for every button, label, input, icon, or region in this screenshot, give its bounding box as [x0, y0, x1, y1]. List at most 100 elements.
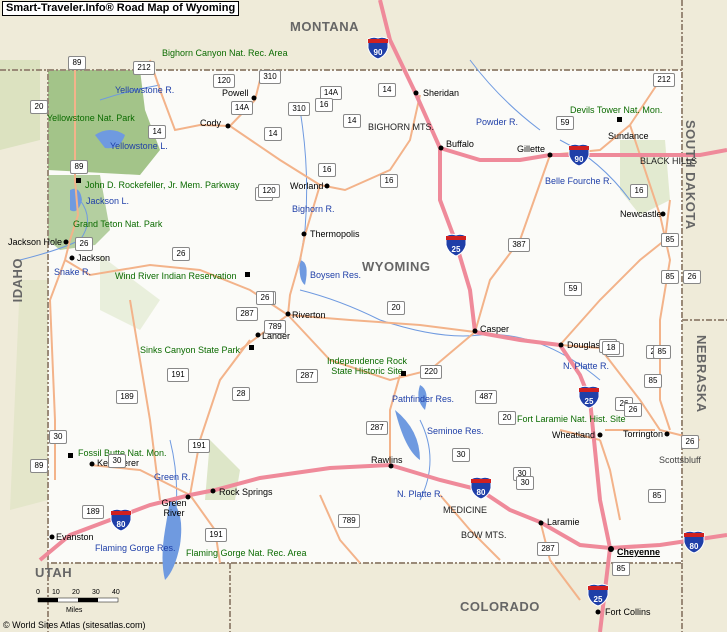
city-buffalo: Buffalo — [446, 139, 474, 149]
city-rawlins: Rawlins — [371, 455, 403, 465]
route-shield-85: 85 — [648, 489, 666, 503]
city-wheatland: Wheatland — [552, 430, 596, 440]
label-snake-r: Snake R. — [54, 267, 92, 277]
label-flaming-gorge-res: Flaming Gorge Res. — [95, 543, 176, 553]
route-shield-14: 14 — [378, 83, 396, 97]
label-flaming-gorge-rec: Flaming Gorge Nat. Rec. Area — [186, 548, 307, 558]
city-green-river: Green River — [161, 498, 187, 518]
credit-text: © World Sites Atlas (sitesatlas.com) — [3, 620, 146, 630]
city-worland: Worland — [290, 181, 324, 191]
route-shield-287: 287 — [236, 307, 258, 321]
route-shield-89: 89 — [70, 160, 88, 174]
route-shield-220: 220 — [420, 365, 442, 379]
scale-unit: Miles — [66, 607, 83, 614]
city-fort-collins: Fort Collins — [605, 607, 651, 617]
route-shield-26: 26 — [681, 435, 699, 449]
route-shield-310: 310 — [259, 70, 281, 84]
route-shield-212: 212 — [653, 73, 675, 87]
label-yellowstone-r: Yellowstone R. — [115, 85, 175, 95]
route-shield-14: 14 — [148, 125, 166, 139]
route-shield-287: 287 — [366, 421, 388, 435]
route-shield-89: 89 — [30, 459, 48, 473]
label-independence-rock: Independence Rock State Historic Site — [326, 356, 408, 376]
label-grand-teton: Grand Teton Nat. Park — [73, 219, 163, 229]
label-bighorn-canyon: Bighorn Canyon Nat. Rec. Area — [162, 48, 288, 58]
label-seminoe: Seminoe Res. — [427, 426, 484, 436]
state-label-utah: UTAH — [35, 565, 73, 580]
wyoming-road-map: Smart-Traveler.Info® Road Map of Wyoming… — [0, 0, 727, 632]
route-shield-85: 85 — [612, 562, 630, 576]
route-shield-191: 191 — [205, 528, 227, 542]
label-wind-river: Wind River Indian Reservation — [115, 271, 237, 281]
route-shield-310: 310 — [288, 102, 310, 116]
state-label-south-dakota: SOUTH DAKOTA — [683, 120, 698, 230]
state-label-idaho: IDAHO — [10, 258, 25, 303]
scale-tick-40: 40 — [112, 589, 120, 596]
state-label-montana: MONTANA — [290, 19, 359, 34]
route-shield-30: 30 — [516, 476, 534, 490]
route-shield-120: 120 — [213, 74, 235, 88]
label-medicine-bow-2: BOW MTS. — [461, 530, 507, 540]
route-shield-20: 20 — [498, 411, 516, 425]
route-shield-16: 16 — [315, 98, 333, 112]
label-jackson-l: Jackson L. — [86, 196, 130, 206]
scale-tick-30: 30 — [92, 589, 100, 596]
city-sheridan: Sheridan — [423, 88, 460, 98]
label-bighorn-r: Bighorn R. — [292, 204, 335, 214]
route-shield-85: 85 — [653, 345, 671, 359]
label-yellowstone-np: Yellowstone Nat. Park — [47, 113, 135, 123]
route-shield-59: 59 — [556, 116, 574, 130]
label-rockefeller: John D. Rockefeller, Jr. Mem. Parkway — [85, 180, 240, 190]
city-jackson: Jackson — [77, 253, 111, 263]
label-fort-laramie: Fort Laramie Nat. Hist. Site — [517, 414, 626, 424]
city-sundance: Sundance — [608, 131, 649, 141]
route-shield-16: 16 — [318, 163, 336, 177]
route-shield-14A: 14A — [231, 101, 253, 115]
state-label-colorado: COLORADO — [460, 599, 540, 614]
label-powder-r: Powder R. — [476, 117, 519, 127]
route-shield-85: 85 — [661, 270, 679, 284]
city-cody: Cody — [200, 118, 222, 128]
city-gillette: Gillette — [517, 144, 546, 154]
label-n-platte-2: N. Platte R. — [397, 489, 444, 499]
city-douglas: Douglas — [567, 340, 601, 350]
route-shield-30: 30 — [108, 454, 126, 468]
city-laramie: Laramie — [547, 517, 580, 527]
route-shield-287: 287 — [296, 369, 318, 383]
label-belle-fourche: Belle Fourche R. — [545, 176, 613, 186]
city-powell: Powell — [222, 88, 249, 98]
route-shield-189: 189 — [82, 505, 104, 519]
city-newcastle: Newcastle — [620, 209, 662, 219]
route-shield-18: 18 — [602, 341, 620, 355]
route-shield-212: 212 — [133, 61, 155, 75]
route-shield-387: 387 — [508, 238, 530, 252]
label-bighorn-mts: BIGHORN MTS. — [368, 122, 435, 132]
route-shield-85: 85 — [661, 233, 679, 247]
city-rock-springs: Rock Springs — [219, 487, 273, 497]
scale-tick-0: 0 — [36, 589, 40, 596]
label-yellowstone-l: Yellowstone L. — [110, 141, 168, 151]
city-riverton: Riverton — [292, 310, 326, 320]
city-cheyenne: Cheyenne — [617, 547, 661, 557]
route-shield-789: 789 — [338, 514, 360, 528]
route-shield-30: 30 — [49, 430, 67, 444]
label-pathfinder: Pathfinder Res. — [392, 394, 455, 404]
route-shield-89: 89 — [68, 56, 86, 70]
city-thermopolis: Thermopolis — [310, 229, 360, 239]
city-torrington: Torrington — [623, 429, 664, 439]
route-shield-16: 16 — [380, 174, 398, 188]
city-scottsbluff: Scottsbluff — [659, 455, 701, 465]
city-jackson-hole: Jackson Hole — [8, 237, 63, 247]
route-shield-20: 20 — [30, 100, 48, 114]
state-label-wyoming: WYOMING — [362, 259, 431, 274]
route-shield-26: 26 — [624, 403, 642, 417]
route-shield-59: 59 — [564, 282, 582, 296]
label-green-r: Green R. — [154, 472, 191, 482]
route-shield-789: 789 — [264, 320, 286, 334]
route-shield-16: 16 — [630, 184, 648, 198]
route-shield-26: 26 — [256, 291, 274, 305]
label-n-platte-1: N. Platte R. — [563, 361, 610, 371]
route-shield-26: 26 — [75, 237, 93, 251]
route-shield-487: 487 — [475, 390, 497, 404]
map-canvas — [0, 0, 727, 632]
